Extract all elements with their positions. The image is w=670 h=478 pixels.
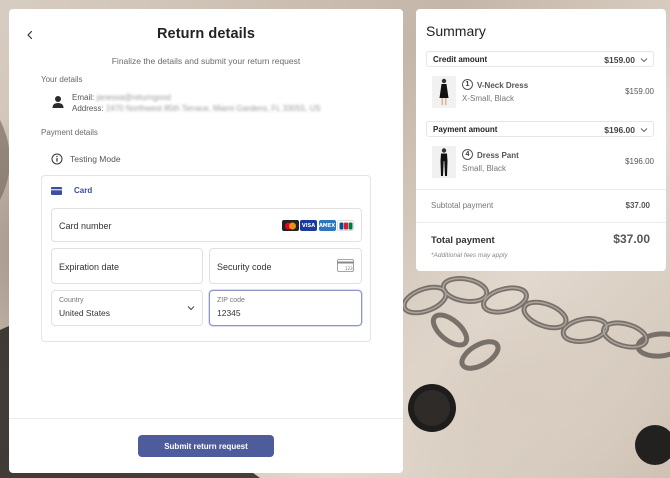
visa-icon: VISA — [300, 220, 317, 231]
payment-amount-toggle[interactable]: Payment amount $196.00 — [426, 121, 654, 137]
total-label: Total payment — [431, 235, 495, 246]
user-icon — [52, 96, 64, 108]
summary-item: 4 Dress Pant Small, Black $196.00 — [432, 146, 654, 180]
card-brands: VISA AMEX — [281, 220, 354, 231]
address-prefix: Address: — [72, 104, 104, 113]
return-details-panel: Return details Finalize the details and … — [9, 9, 403, 473]
product-image-v-neck-dress — [432, 76, 456, 108]
payment-amount-label: Payment amount — [433, 125, 498, 134]
expiration-date-placeholder: Expiration date — [59, 262, 120, 272]
cvc-card-icon: 123 — [337, 259, 354, 272]
submit-return-button[interactable]: Submit return request — [138, 435, 274, 457]
zip-code-label: ZIP code — [217, 297, 245, 304]
total-value: $37.00 — [613, 232, 650, 246]
your-details-heading: Your details — [41, 75, 83, 84]
info-icon — [51, 153, 63, 165]
svg-text:123: 123 — [345, 266, 353, 271]
card-number-field[interactable]: Card number VISA AMEX — [51, 208, 362, 242]
payment-details-heading: Payment details — [41, 128, 98, 137]
security-code-field[interactable]: Security code 123 — [209, 248, 362, 284]
address-value: 2470 Northwest 85th Terrace, Miami Garde… — [105, 104, 321, 113]
email-value: janessa@returngood — [96, 93, 171, 102]
payment-amount-value: $196.00 — [604, 125, 635, 135]
country-label: Country — [59, 297, 84, 304]
credit-amount-toggle[interactable]: Credit amount $159.00 — [426, 51, 654, 67]
fees-note: *Additional fees may apply — [431, 252, 508, 259]
jcb-icon — [337, 220, 354, 231]
email-prefix: Email: — [72, 93, 95, 102]
summary-divider — [416, 222, 666, 223]
security-code-placeholder: Security code — [217, 262, 272, 272]
item-name: V-Neck Dress — [477, 81, 529, 90]
quantity-badge: 1 — [462, 79, 473, 90]
testing-mode-notice: Testing Mode — [51, 153, 121, 165]
item-price: $196.00 — [625, 157, 654, 166]
email-line: Email: janessa@returngood — [72, 93, 171, 102]
country-select[interactable]: Country United States — [51, 290, 203, 326]
zip-code-value: 12345 — [217, 308, 241, 318]
zip-code-field[interactable]: ZIP code 12345 — [209, 290, 362, 326]
amex-icon: AMEX — [318, 220, 336, 231]
testing-mode-label: Testing Mode — [70, 154, 121, 164]
credit-card-icon — [51, 186, 62, 195]
card-tab[interactable]: Card — [51, 186, 92, 195]
chevron-down-icon — [187, 306, 195, 311]
summary-title: Summary — [426, 23, 486, 39]
country-value: United States — [59, 308, 111, 318]
item-variant: Small, Black — [462, 164, 507, 173]
item-variant: X-Small, Black — [462, 94, 515, 103]
card-payment-form: Card Card number VISA AMEX Expiration da… — [41, 175, 371, 342]
item-name: Dress Pant — [477, 151, 519, 160]
card-tab-label: Card — [74, 186, 93, 195]
address-line: Address: 2470 Northwest 85th Terrace, Mi… — [72, 104, 321, 113]
summary-item: 1 V-Neck Dress X-Small, Black $159.00 — [432, 76, 654, 110]
expiration-date-field[interactable]: Expiration date — [51, 248, 203, 284]
item-price: $159.00 — [625, 87, 654, 96]
chevron-down-icon — [640, 128, 648, 133]
quantity-badge: 4 — [462, 149, 473, 160]
summary-divider — [416, 189, 666, 190]
chevron-down-icon — [640, 58, 648, 63]
page-title: Return details — [156, 26, 256, 42]
product-image-dress-pant — [432, 146, 456, 178]
subtotal-value: $37.00 — [625, 201, 650, 210]
credit-amount-value: $159.00 — [604, 55, 635, 65]
footer-divider — [9, 418, 403, 419]
credit-amount-label: Credit amount — [433, 55, 488, 64]
card-number-placeholder: Card number — [59, 221, 112, 231]
subtotal-label: Subtotal payment — [431, 201, 494, 210]
mastercard-icon — [281, 220, 299, 231]
summary-panel: Summary Credit amount $159.00 1 V-Neck D… — [416, 9, 666, 271]
page-subtitle: Finalize the details and submit your ret… — [111, 56, 301, 66]
